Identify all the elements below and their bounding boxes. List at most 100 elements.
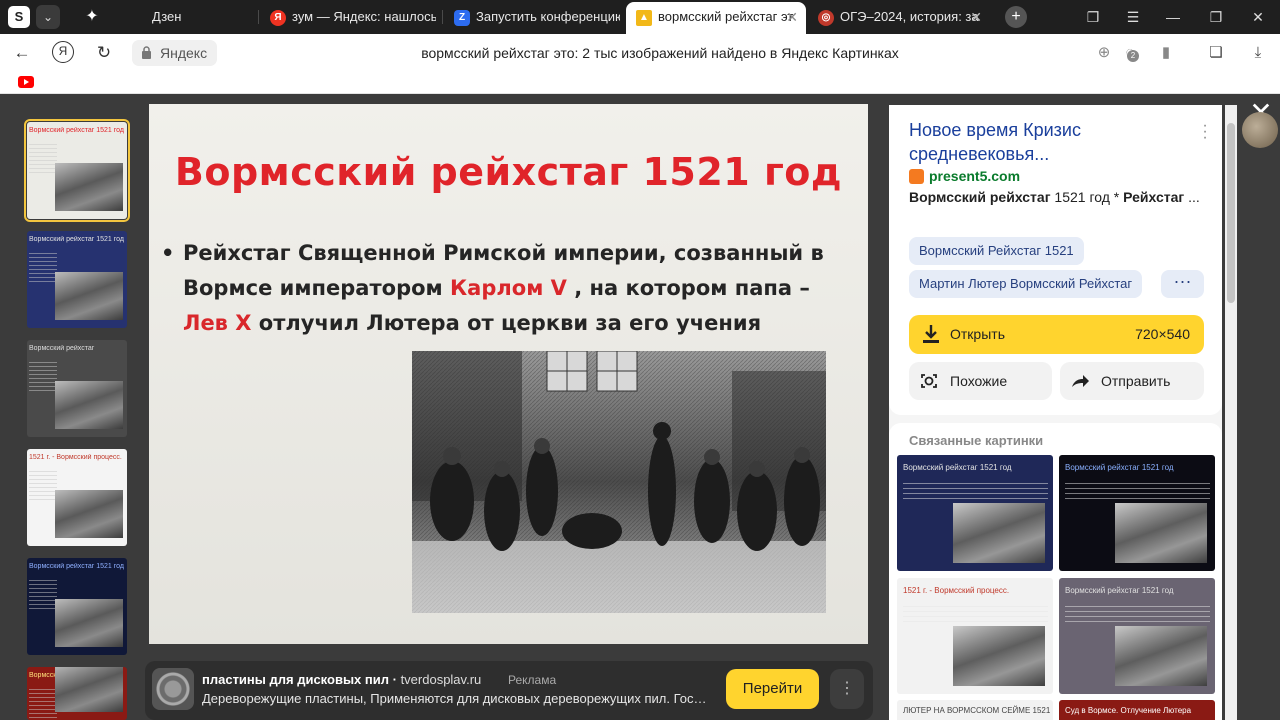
menu-hamburger-icon[interactable]: ☰ [1113, 0, 1153, 34]
zoom-icon: Z [454, 9, 470, 26]
ad-more-icon[interactable]: ⋮ [830, 669, 864, 709]
tag-chip[interactable]: Мартин Лютер Вормсский Рейхстаг [909, 270, 1143, 298]
related-images-title: Связанные картинки [909, 433, 1044, 448]
close-window-icon[interactable]: ✕ [1238, 0, 1278, 34]
ball-icon: ◎ [818, 9, 834, 26]
tab-zoom-conference[interactable]: Z Запустить конференцию [448, 2, 620, 32]
ad-go-button[interactable]: Перейти [726, 669, 819, 709]
thumbnail-engraving [55, 272, 123, 320]
thumbnail-item[interactable]: Вормсский рейхстаг [27, 340, 127, 437]
related-images-card: Связанные картинки Вормсский рейхстаг 15… [889, 423, 1222, 720]
details-panel: Новое время Кризис средневековья... · · · … [889, 105, 1222, 720]
dzen-star-icon[interactable]: ✦ [80, 5, 104, 29]
tag-chip[interactable]: Вормсский Рейхстаг 1521 [909, 237, 1084, 265]
thumbnail-text-lines [29, 689, 57, 719]
count-badge: 2 [1127, 50, 1139, 62]
lock-icon [142, 46, 151, 59]
related-image-engraving [953, 626, 1045, 686]
tab-close-icon[interactable]: ✕ [786, 2, 798, 32]
scrollbar-thumb[interactable] [1227, 123, 1235, 303]
ad-label: Реклама [508, 673, 557, 687]
related-image-partial[interactable]: ЛЮТЕР НА ВОРМССКОМ СЕЙМЕ 1521 ГОДУ [897, 700, 1053, 720]
site-domain[interactable]: Яндекс [132, 40, 218, 66]
thumbnail-title: Вормсский рейхстаг [29, 345, 95, 352]
tab-collections-icon[interactable]: ❐ [1073, 0, 1113, 34]
similar-button[interactable]: Похожие [909, 362, 1052, 400]
tab-dzen[interactable]: Дзен [112, 2, 252, 32]
bookmark-icon[interactable]: ▮ [1156, 43, 1176, 63]
tab-zoom-search[interactable]: Язум — Яндекс: нашлось 5 [264, 2, 436, 32]
related-image-text-lines [903, 483, 1048, 503]
source-title-link[interactable]: Новое время Кризис средневековья... [909, 118, 1179, 166]
bookmarks-bar [0, 72, 1280, 94]
thumbnail-engraving [55, 599, 123, 647]
related-image-text-lines [903, 606, 1048, 626]
thumbnail-title: Вормсский рейхстаг 1521 год [29, 563, 124, 570]
present5-favicon-icon [909, 168, 924, 184]
tabs-menu-chevron-icon[interactable]: ⌄ [36, 5, 60, 29]
more-options-icon[interactable]: · · · [1202, 118, 1208, 146]
tab-separator [258, 10, 259, 24]
address-bar: ← Я ↻ Яндекс вормсский рейхстаг это: 2 т… [0, 34, 1280, 72]
yandex-circle-icon[interactable]: Я [52, 41, 74, 63]
panel-scrollbar[interactable] [1225, 105, 1237, 720]
open-image-button[interactable]: Открыть 720×540 [909, 315, 1204, 354]
main-image[interactable]: Вормсский рейхстаг 1521 год Рейхстаг Свя… [149, 104, 868, 644]
more-tags-button[interactable]: ··· [1161, 270, 1204, 298]
thumbnail-title: Вормсский рейхстаг 1521 год [29, 236, 124, 243]
source-card: Новое время Кризис средневековья... · · · … [889, 105, 1222, 415]
slide-title: Вормсский рейхстаг 1521 год [174, 150, 843, 194]
related-image[interactable]: Вормсский рейхстаг 1521 год [897, 455, 1053, 571]
related-image[interactable]: 1521 г. - Вормсский процесс. [897, 578, 1053, 694]
ad-banner[interactable]: пластины для дисковых пил · tverdosplav.… [145, 661, 873, 720]
download-icon[interactable]: ⤓ [1248, 43, 1268, 63]
zoom-search-icon[interactable]: ⊕ [1094, 43, 1114, 63]
thumbnail-item[interactable]: 1521 г. - Вормсский процесс. [27, 449, 127, 546]
minimize-icon[interactable]: — [1153, 0, 1193, 34]
thumbnail-item[interactable]: Вормсский рейхстаг 1521 год [27, 558, 127, 655]
ad-title[interactable]: пластины для дисковых пил · tverdosplav.… [202, 672, 481, 687]
related-image-engraving [1115, 626, 1207, 686]
tab-close-icon[interactable]: ✕ [970, 2, 982, 32]
thumbnail-text-lines [29, 253, 57, 283]
back-arrow-icon[interactable]: ← [10, 41, 34, 65]
image-icon: ▲ [636, 9, 652, 26]
tab-images-active[interactable]: ▲ вормсский рейхстаг эт ✕ [626, 2, 806, 34]
download-icon [923, 325, 939, 343]
thumbnail-engraving [55, 667, 123, 712]
thumbnail-title: 1521 г. - Вормсский процесс. [29, 454, 122, 461]
new-tab-plus-icon[interactable]: + [1005, 6, 1027, 28]
browser-logo-icon[interactable]: S [8, 6, 30, 28]
thumbnail-item[interactable]: Вормсский рейхстаг 1521 год [27, 231, 127, 328]
avatar[interactable] [1242, 112, 1278, 148]
source-domain-link[interactable]: present5.com [909, 168, 1020, 185]
tab-oge[interactable]: ◎ ОГЭ–2024, история: за ✕ [810, 2, 990, 32]
restore-icon[interactable]: ❐ [1196, 0, 1236, 34]
ad-saw-blade-image [152, 668, 194, 710]
slide-bullet: Рейхстаг Священной Римской империи, созв… [161, 236, 843, 341]
share-button[interactable]: Отправить [1060, 362, 1204, 400]
thumbnail-text-lines [29, 362, 57, 392]
related-image-title: Вормсский рейхстаг 1521 год [1065, 586, 1174, 595]
source-description: Вормсский рейхстаг 1521 год * Рейхстаг .… [909, 189, 1200, 205]
tab-bar: S ⌄ ✦ Дзен Язум — Яндекс: нашлось 5 Z Зап… [0, 0, 1280, 34]
thumbnail-item[interactable]: Вормсский рейхстаг 1521 год [24, 119, 130, 222]
yandex-icon: Я [270, 9, 286, 26]
collections-icon[interactable]: ❏ [1206, 43, 1226, 63]
related-image-title: Вормсский рейхстаг 1521 год [903, 463, 1012, 472]
thumbnail-text-lines [29, 471, 57, 501]
thumbnail-engraving [55, 490, 123, 538]
related-image-text-lines [1065, 606, 1210, 626]
ad-text: Дереворежущие пластины, Применяются для … [202, 691, 707, 706]
related-image-engraving [953, 503, 1045, 563]
related-image-text-lines [1065, 483, 1210, 503]
thumbnail-item[interactable]: Вормсский рейхстаг [27, 667, 127, 720]
youtube-icon[interactable] [18, 76, 34, 88]
related-image[interactable]: Вормсский рейхстаг 1521 год [1059, 455, 1215, 571]
related-image-title: Вормсский рейхстаг 1521 год [1065, 463, 1174, 472]
related-image[interactable]: Вормсский рейхстаг 1521 год [1059, 578, 1215, 694]
related-image-partial[interactable]: Суд в Вормсе. Отлучение Лютера [1059, 700, 1215, 720]
reload-icon[interactable]: ↻ [92, 41, 116, 65]
thumbnail-title: Вормсский рейхстаг 1521 год [29, 127, 124, 134]
page-title[interactable]: вормсский рейхстаг это: 2 тыс изображени… [280, 34, 1040, 72]
